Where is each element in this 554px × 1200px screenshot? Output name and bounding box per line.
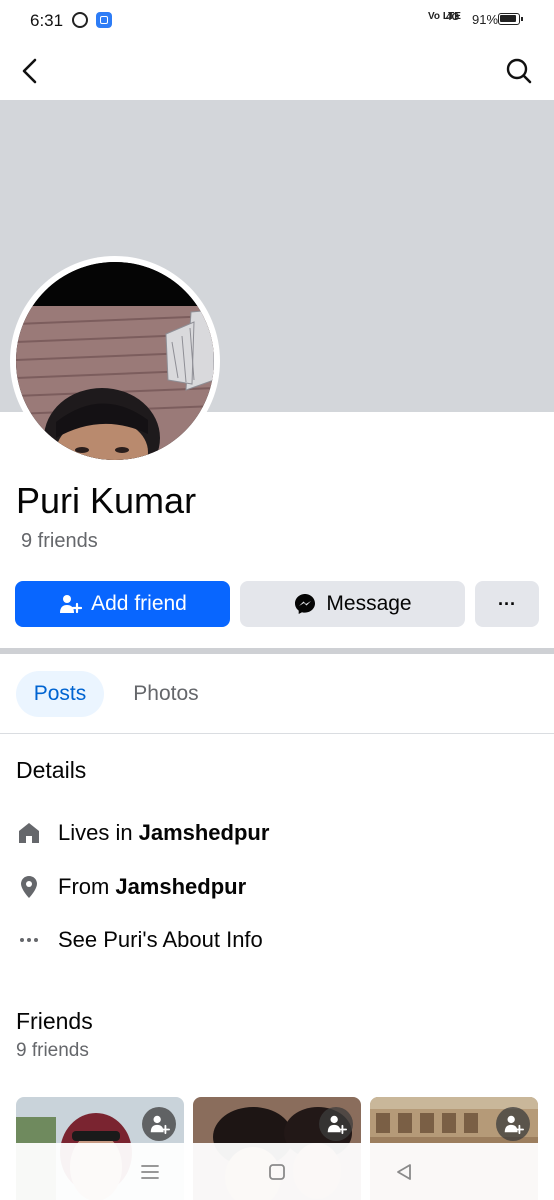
back-button[interactable] [14,54,48,88]
location-pin-icon [16,874,42,900]
detail-lives-prefix: Lives in [58,820,133,845]
add-friend-badge-icon[interactable] [319,1107,353,1141]
profile-friends-count[interactable]: 9 friends [21,530,98,553]
see-about-info[interactable]: See Puri's About Info [16,925,263,955]
status-time: 6:31 [30,11,64,30]
status-bar: 6:31 Vo LTE 4G 91% [0,0,554,42]
detail-from-prefix: From [58,874,110,899]
friends-subcount[interactable]: 9 friends [16,1040,89,1062]
tab-photos[interactable]: Photos [114,671,218,717]
whatsapp-icon [72,12,88,28]
detail-from-place[interactable]: Jamshedpur [115,874,246,900]
recents-button[interactable] [137,1159,163,1185]
add-friend-icon [60,595,83,614]
tabs-divider [0,733,554,734]
home-button[interactable] [264,1159,290,1185]
menu-icon [141,1165,159,1179]
details-heading: Details [16,757,87,783]
signal-strength: 4G [446,12,460,23]
app-notification-icon [96,12,112,28]
messenger-icon [295,594,316,614]
back-chevron-icon [22,58,37,84]
see-about-info-label: See Puri's About Info [58,927,263,952]
search-button[interactable] [502,54,536,88]
home-square-icon [269,1164,285,1180]
top-nav [0,42,554,100]
add-friend-label: Add friend [91,592,187,615]
detail-lives-place[interactable]: Jamshedpur [139,820,270,846]
avatar [16,262,214,460]
battery-icon [498,13,523,25]
system-navigation-bar [0,1143,554,1200]
add-friend-badge-icon[interactable] [496,1107,530,1141]
friends-heading: Friends [16,1008,93,1034]
message-label: Message [326,592,412,615]
more-options-button[interactable]: ··· [475,581,539,627]
battery-percent: 91% [472,12,499,27]
profile-picture[interactable] [10,256,220,466]
add-friend-button[interactable]: Add friend [15,581,230,627]
add-friend-badge-icon[interactable] [142,1107,176,1141]
ellipsis-icon [16,927,42,953]
more-icon: ··· [498,593,516,614]
detail-lives-in: Lives in Jamshedpur [16,818,269,848]
section-divider [0,648,554,654]
message-button[interactable]: Message [240,581,465,627]
system-back-button[interactable] [391,1159,417,1185]
search-icon [506,58,532,84]
profile-name: Puri Kumar [16,480,197,521]
detail-from: From Jamshedpur [16,872,246,902]
home-icon [16,820,42,846]
back-triangle-icon [397,1164,411,1180]
tab-posts[interactable]: Posts [16,671,104,717]
